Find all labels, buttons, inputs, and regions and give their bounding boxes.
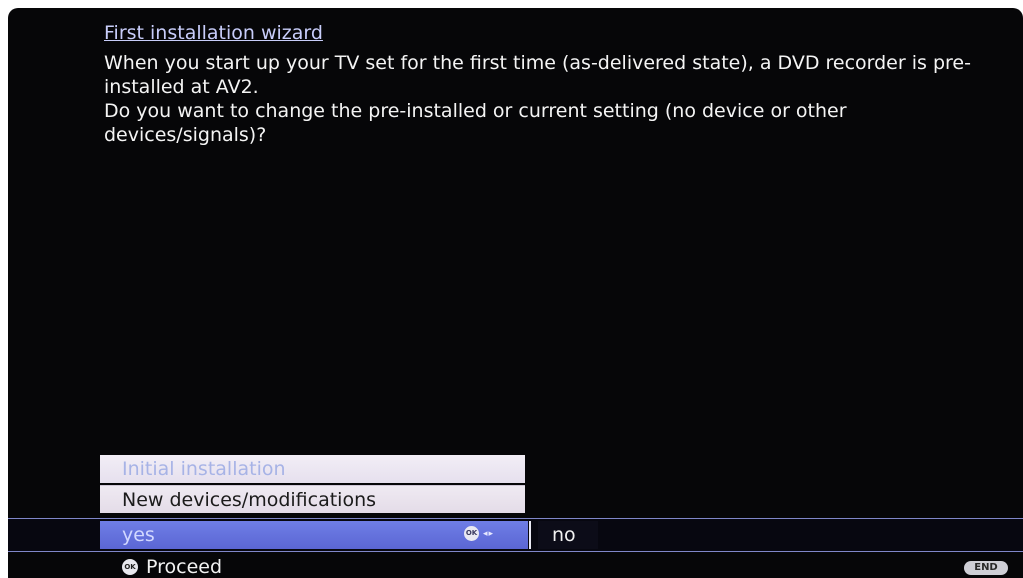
end-button[interactable]: END <box>964 561 1008 575</box>
wizard-message: When you start up your TV set for the fi… <box>104 51 984 147</box>
ok-button-icon: OK <box>464 526 479 541</box>
menu-item-new-devices[interactable]: New devices/modifications <box>100 485 525 513</box>
proceed-label: Proceed <box>146 556 223 578</box>
message-line-2: Do you want to change the pre-installed … <box>104 100 847 146</box>
option-yes-label: yes <box>122 524 155 546</box>
menu-item-initial-installation[interactable]: Initial installation <box>100 455 525 483</box>
tv-screen: First installation wizard When you start… <box>8 8 1023 578</box>
option-no-label: no <box>552 524 576 546</box>
left-right-arrow-icon: ◂▸ <box>483 528 495 539</box>
option-no[interactable]: no <box>538 521 598 549</box>
ok-icon: OK <box>122 559 138 575</box>
message-line-1: When you start up your TV set for the fi… <box>104 52 971 98</box>
wizard-title: First installation wizard <box>104 22 323 44</box>
option-divider <box>529 521 531 549</box>
navigation-hint: OK ◂▸ <box>464 526 494 541</box>
proceed-hint[interactable]: OK Proceed <box>122 556 222 578</box>
option-bar: yes OK ◂▸ no <box>8 518 1023 552</box>
